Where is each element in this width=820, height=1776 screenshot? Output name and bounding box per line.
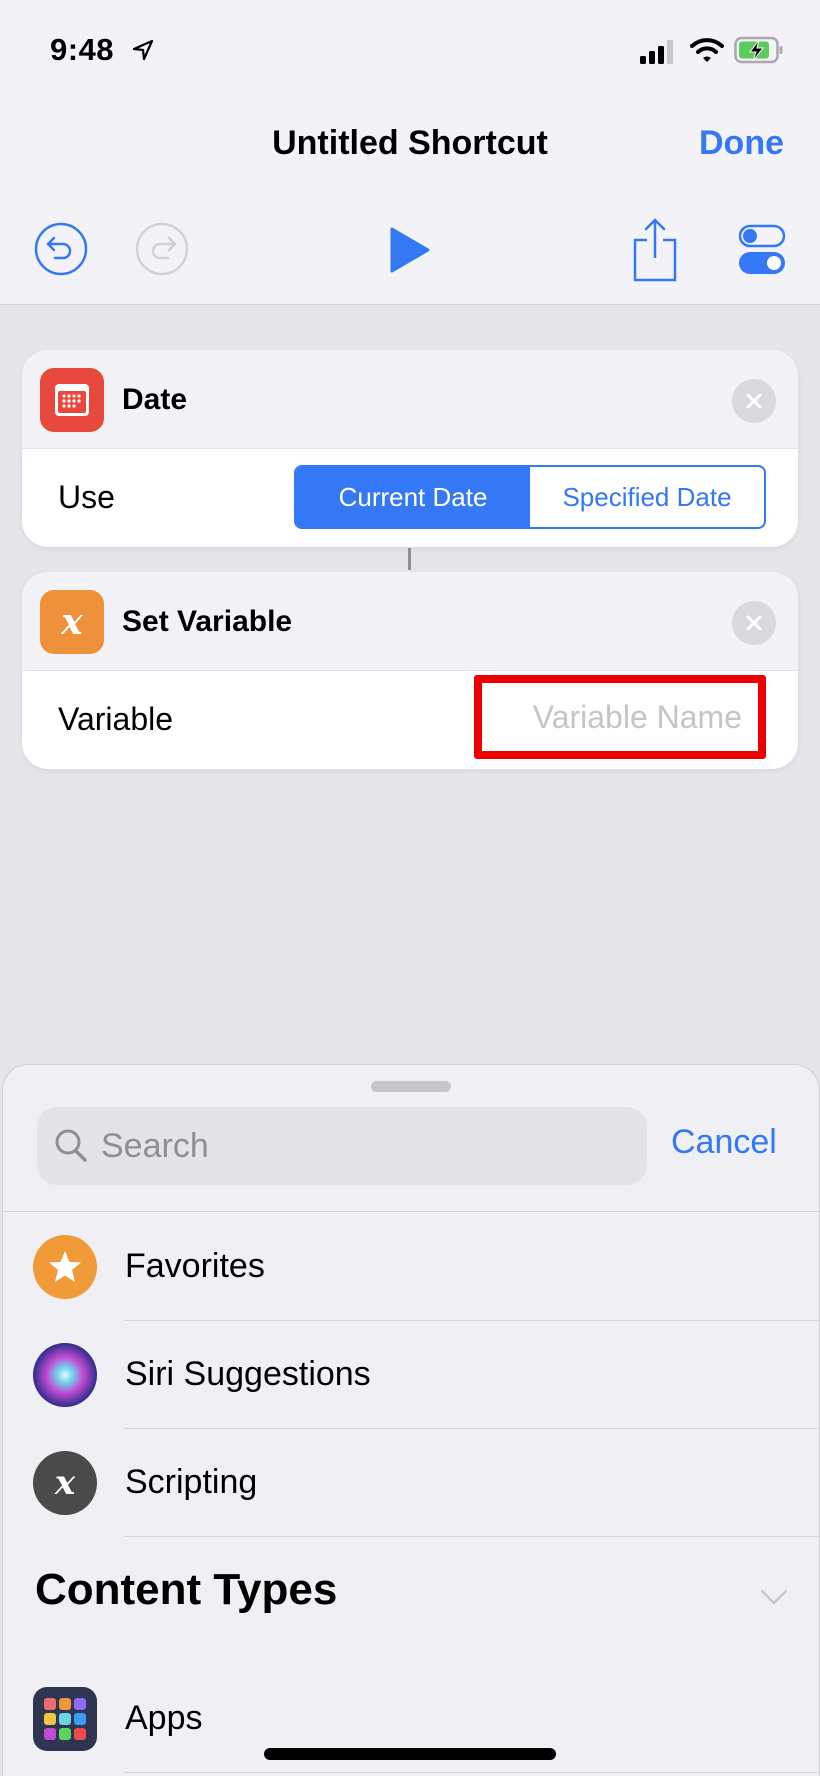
search-icon	[55, 1129, 87, 1162]
siri-icon	[33, 1343, 97, 1407]
segment-current-date[interactable]: Current Date	[296, 467, 530, 527]
search-input[interactable]	[101, 1107, 631, 1185]
action-card-set-variable: x Set Variable Variable	[22, 572, 798, 769]
page-title: Untitled Shortcut	[272, 124, 548, 162]
list-item-label: Apps	[125, 1699, 203, 1737]
action-card-header: x Set Variable	[22, 572, 798, 671]
sheet-grabber[interactable]	[371, 1081, 451, 1092]
close-icon	[746, 615, 762, 631]
use-label: Use	[58, 479, 115, 515]
date-mode-segmented-control: Current Date Specified Date	[294, 465, 766, 529]
close-icon	[746, 393, 762, 409]
list-item-siri-suggestions[interactable]: Siri Suggestions	[3, 1321, 820, 1429]
variable-name-highlight	[474, 675, 766, 759]
star-icon	[33, 1235, 97, 1299]
toggle-settings-icon[interactable]	[738, 224, 786, 276]
remove-action-button[interactable]	[732, 601, 776, 645]
action-card-body: Use Current Date Specified Date	[22, 449, 798, 547]
list-item-label: Scripting	[125, 1463, 258, 1501]
variable-x-icon: x	[40, 590, 104, 654]
action-connector	[408, 548, 411, 570]
variable-name-input[interactable]	[482, 698, 742, 736]
remove-action-button[interactable]	[732, 379, 776, 423]
list-item-scripting[interactable]: x Scripting	[3, 1429, 820, 1537]
done-button[interactable]: Done	[699, 124, 784, 163]
action-picker-sheet: Cancel Favorites Siri Suggestions x Scri…	[2, 1064, 820, 1776]
divider	[3, 1211, 819, 1212]
location-arrow-icon	[132, 39, 154, 61]
share-icon[interactable]	[632, 218, 678, 282]
search-field[interactable]	[37, 1107, 647, 1185]
status-bar: 9:48	[0, 0, 820, 100]
action-card-body: Variable	[22, 671, 798, 769]
cellular-signal-icon	[640, 40, 673, 64]
apps-grid-icon	[33, 1687, 97, 1751]
header: 9:48 Untitled Shortcut Done	[0, 0, 820, 305]
action-card-date: Date Use Current Date Specified Date	[22, 350, 798, 547]
list-item-label: Favorites	[125, 1247, 265, 1285]
undo-icon[interactable]	[34, 222, 88, 276]
battery-charging-icon	[734, 36, 783, 64]
wifi-icon	[690, 38, 724, 62]
action-title: Date	[122, 383, 188, 416]
status-time: 9:48	[50, 32, 115, 67]
action-card-header: Date	[22, 350, 798, 449]
action-title: Set Variable	[122, 605, 293, 638]
segment-specified-date[interactable]: Specified Date	[530, 467, 764, 527]
divider	[125, 1536, 820, 1537]
list-item-favorites[interactable]: Favorites	[3, 1213, 820, 1321]
calendar-icon	[40, 368, 104, 432]
redo-icon[interactable]	[135, 222, 189, 276]
cancel-button[interactable]: Cancel	[671, 1123, 777, 1162]
divider	[125, 1772, 820, 1773]
variable-label: Variable	[58, 701, 174, 737]
variable-x-icon: x	[33, 1451, 97, 1515]
home-indicator[interactable]	[264, 1748, 556, 1760]
chevron-down-icon[interactable]	[759, 1587, 789, 1607]
list-item-label: Siri Suggestions	[125, 1355, 371, 1393]
play-icon[interactable]	[388, 226, 432, 274]
section-title-content-types: Content Types	[35, 1565, 338, 1614]
